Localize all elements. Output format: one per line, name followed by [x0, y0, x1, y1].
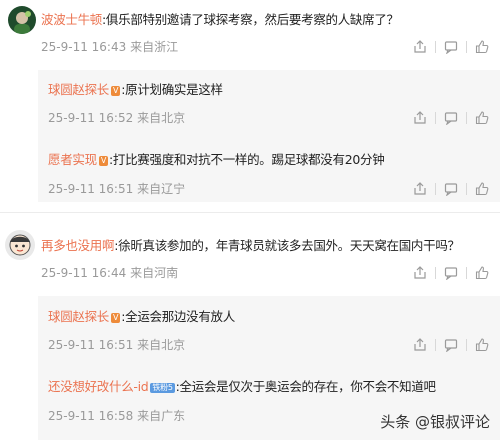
watermark-author: @银叔评论	[414, 413, 490, 431]
reply-location: 来自北京	[137, 111, 186, 125]
comment-location: 来自河南	[130, 266, 179, 280]
reply-time: 25-9-11 16:51	[48, 182, 134, 196]
reply-time: 25-9-11 16:52	[48, 111, 134, 125]
reply-username[interactable]: 愿者实现	[48, 152, 97, 167]
action-divider	[466, 112, 467, 124]
watermark: 头条 @银叔评论	[380, 411, 490, 432]
reply-username[interactable]: 球圆赵探长	[48, 82, 109, 97]
comment-line: 再多也没用啊:徐昕真该参加的，年青球员就该多去国外。天天窝在国内干吗？	[41, 235, 460, 254]
comment-time: 25-9-11 16:44	[41, 266, 127, 280]
share-icon[interactable]	[413, 182, 427, 196]
comment-username[interactable]: 波波士牛顿	[41, 12, 102, 27]
share-icon[interactable]	[413, 111, 427, 125]
like-icon[interactable]	[475, 266, 489, 280]
comment-line: 波波士牛顿:俱乐部特别邀请了球探考察，然后要考察的人缺席了？	[41, 9, 399, 28]
comment-icon[interactable]	[444, 182, 458, 196]
comment-time: 25-9-11 16:43	[41, 40, 127, 54]
reply-time: 25-9-11 16:51	[48, 338, 134, 352]
action-divider	[466, 339, 467, 351]
reply-meta: 25-9-11 16:51 来自辽宁	[48, 180, 185, 197]
avatar[interactable]	[5, 230, 35, 260]
comment-location: 来自浙江	[130, 40, 179, 54]
reply-line: 球圆赵探长 V:全运会那边没有放人	[48, 306, 235, 325]
comment-username[interactable]: 再多也没用啊	[41, 238, 115, 253]
action-divider	[466, 41, 467, 53]
action-divider	[435, 41, 436, 53]
reply-text: :全运会是仅次于奥运会的存在，你不会不知道吧	[175, 379, 436, 394]
comment-icon[interactable]	[444, 338, 458, 352]
reply-location: 来自北京	[137, 338, 186, 352]
reply-actions	[405, 338, 489, 352]
comment-meta: 25-9-11 16:43 来自浙江	[41, 38, 178, 55]
action-divider	[435, 112, 436, 124]
reply-meta: 25-9-11 16:58 来自广东	[48, 407, 185, 424]
like-icon[interactable]	[475, 40, 489, 54]
reply-text: :原计划确实是这样	[121, 82, 223, 97]
reply-username[interactable]: 还没想好改什么-id	[48, 379, 149, 394]
verified-badge: V	[98, 156, 108, 166]
verified-badge: V	[111, 313, 121, 323]
reply-location: 来自辽宁	[137, 182, 186, 196]
comment-divider	[0, 212, 500, 213]
reply-username[interactable]: 球圆赵探长	[48, 309, 109, 324]
comment-actions	[405, 266, 489, 280]
reply-text: :打比赛强度和对抗不一样的。踢足球都没有20分钟	[109, 152, 385, 167]
like-icon[interactable]	[475, 338, 489, 352]
share-icon[interactable]	[413, 266, 427, 280]
fan-badge: 铁粉5	[150, 383, 175, 393]
action-divider	[435, 183, 436, 195]
reply-meta: 25-9-11 16:52 来自北京	[48, 109, 185, 126]
comment-actions	[405, 40, 489, 54]
action-divider	[435, 267, 436, 279]
reply-line: 愿者实现 V:打比赛强度和对抗不一样的。踢足球都没有20分钟	[48, 149, 385, 168]
reply-actions	[405, 111, 489, 125]
comment-icon[interactable]	[444, 111, 458, 125]
reply-time: 25-9-11 16:58	[48, 409, 134, 423]
reply-line: 还没想好改什么-id 铁粉5:全运会是仅次于奥运会的存在，你不会不知道吧	[48, 376, 436, 395]
avatar[interactable]	[8, 6, 36, 34]
reply-line: 球圆赵探长 V:原计划确实是这样	[48, 79, 223, 98]
comment-text: :俱乐部特别邀请了球探考察，然后要考察的人缺席了？	[102, 12, 399, 27]
action-divider	[466, 267, 467, 279]
share-icon[interactable]	[413, 40, 427, 54]
watermark-platform: 头条	[380, 413, 411, 431]
action-divider	[466, 183, 467, 195]
like-icon[interactable]	[475, 111, 489, 125]
like-icon[interactable]	[475, 182, 489, 196]
reply-location: 来自广东	[137, 409, 186, 423]
reply-text: :全运会那边没有放人	[121, 309, 235, 324]
comment-icon[interactable]	[444, 40, 458, 54]
comment-icon[interactable]	[444, 266, 458, 280]
share-icon[interactable]	[413, 338, 427, 352]
action-divider	[435, 339, 436, 351]
reply-meta: 25-9-11 16:51 来自北京	[48, 336, 185, 353]
verified-badge: V	[111, 86, 121, 96]
reply-actions	[405, 182, 489, 196]
comment-text: :徐昕真该参加的，年青球员就该多去国外。天天窝在国内干吗？	[114, 238, 460, 253]
comment-meta: 25-9-11 16:44 来自河南	[41, 264, 178, 281]
